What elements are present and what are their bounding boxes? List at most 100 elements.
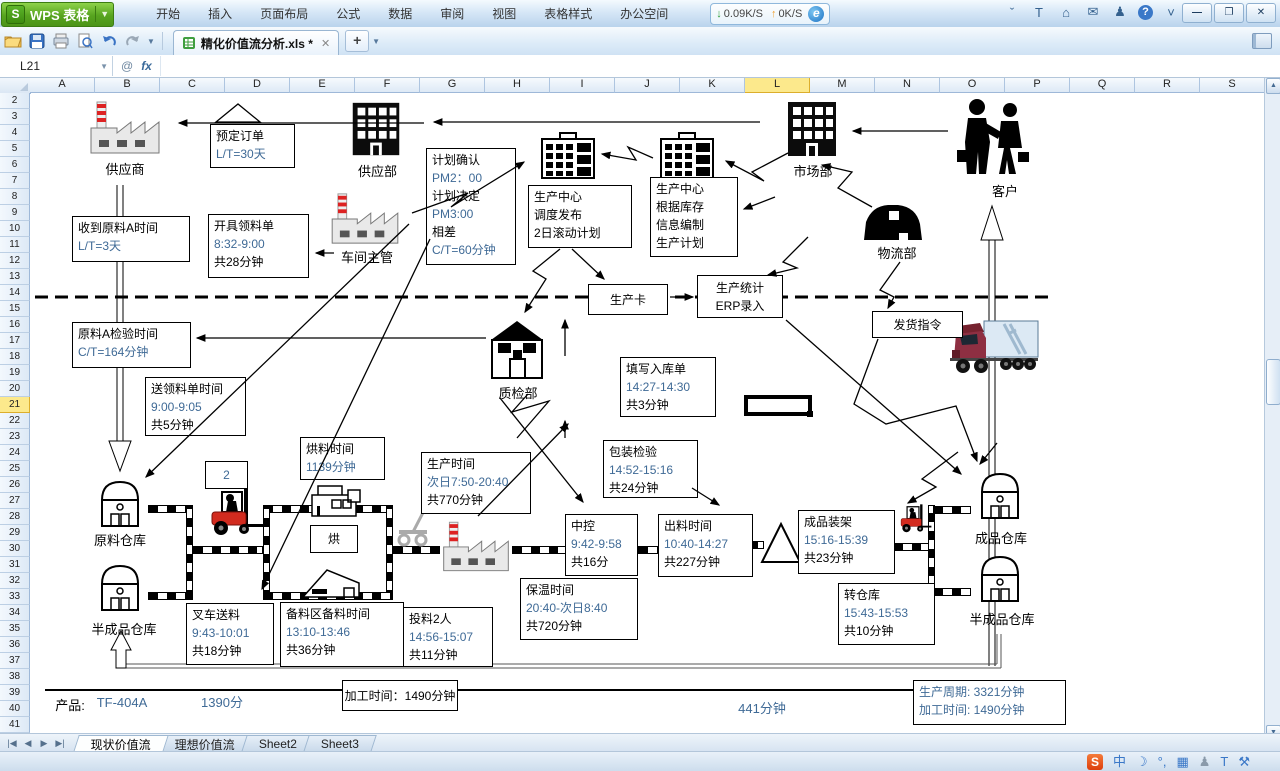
mail-icon[interactable]: ✉	[1084, 4, 1102, 20]
raw-warehouse-icon[interactable]	[98, 478, 142, 528]
column-header-B[interactable]: B	[95, 77, 160, 93]
row-header-26[interactable]: 26	[0, 477, 30, 493]
menu-item[interactable]: 开始	[142, 1, 194, 26]
skin-icon[interactable]: T	[1220, 753, 1228, 770]
chevron-down-icon[interactable]: ▼	[100, 9, 109, 19]
forklift-delivery-box[interactable]: 叉车送料9:43-10:01共18分钟	[186, 603, 274, 665]
print-preview-button[interactable]	[74, 30, 96, 52]
panel-toggle-icon[interactable]	[1252, 33, 1272, 49]
close-button[interactable]: ✕	[1246, 3, 1276, 23]
menu-item[interactable]: 公式	[322, 1, 374, 26]
row-header-41[interactable]: 41	[0, 717, 30, 733]
row-header-10[interactable]: 10	[0, 221, 30, 237]
row-header-22[interactable]: 22	[0, 413, 30, 429]
customer-people-icon[interactable]	[952, 96, 1032, 176]
moon-icon[interactable]: ☽	[1136, 753, 1148, 770]
column-header-C[interactable]: C	[160, 77, 225, 93]
column-header-N[interactable]: N	[875, 77, 940, 93]
column-header-J[interactable]: J	[615, 77, 680, 93]
row-header-33[interactable]: 33	[0, 589, 30, 605]
row-header-11[interactable]: 11	[0, 237, 30, 253]
column-header-Q[interactable]: Q	[1070, 77, 1135, 93]
dropdown-icon[interactable]: ˅	[1162, 5, 1180, 20]
user-icon[interactable]: ♟	[1111, 4, 1129, 20]
row-header-30[interactable]: 30	[0, 541, 30, 557]
row-header-35[interactable]: 35	[0, 621, 30, 637]
workshop-manager-factory-icon[interactable]	[325, 190, 405, 246]
row-header-9[interactable]: 9	[0, 205, 30, 221]
logistics-van-icon[interactable]	[862, 200, 924, 242]
row-header-31[interactable]: 31	[0, 557, 30, 573]
send-slip-box[interactable]: 送领料单时间9:00-9:05共5分钟	[145, 377, 246, 436]
column-header-O[interactable]: O	[940, 77, 1005, 93]
minimize-button[interactable]: —	[1182, 3, 1212, 23]
processing-time-box[interactable]: 加工时间：1490分钟	[342, 680, 458, 711]
redo-button[interactable]	[122, 30, 144, 52]
issue-slip-box[interactable]: 开具领料单8:32-9:00共28分钟	[208, 214, 309, 278]
row-header-37[interactable]: 37	[0, 653, 30, 669]
production-card-box[interactable]: 生产卡	[588, 284, 668, 315]
column-header-M[interactable]: M	[810, 77, 875, 93]
supply-dept-building-icon[interactable]	[345, 98, 407, 160]
menu-item[interactable]: 页面布局	[246, 1, 322, 26]
sheet-tab-Sheet3[interactable]: Sheet3	[303, 735, 377, 752]
chinese-mode-icon[interactable]: 中	[1113, 753, 1126, 770]
keyboard-icon[interactable]: ▦	[1176, 753, 1188, 770]
last-sheet-icon[interactable]: ▶|	[52, 738, 68, 749]
new-tab-dropdown-icon[interactable]: ▼	[372, 37, 380, 46]
row-header-27[interactable]: 27	[0, 493, 30, 509]
supplier-factory-icon[interactable]	[85, 98, 165, 156]
row-header-29[interactable]: 29	[0, 525, 30, 541]
row-header-39[interactable]: 39	[0, 685, 30, 701]
row-header-7[interactable]: 7	[0, 173, 30, 189]
punctuation-icon[interactable]: °,	[1158, 753, 1167, 770]
row-header-28[interactable]: 28	[0, 509, 30, 525]
sheet-tab-现状价值流[interactable]: 现状价值流	[73, 735, 169, 752]
new-tab-button[interactable]: +	[345, 30, 369, 52]
row-header-13[interactable]: 13	[0, 269, 30, 285]
home-icon[interactable]: ⌂	[1057, 5, 1075, 20]
transfer-warehouse-box[interactable]: 转仓库15:43-15:53共10分钟	[838, 583, 935, 645]
column-header-G[interactable]: G	[420, 77, 485, 93]
prep-area-box[interactable]: 备料区备料时间13:10-13:46共36分钟	[280, 602, 404, 667]
count-box[interactable]: 2	[205, 461, 248, 489]
close-tab-icon[interactable]: ✕	[321, 37, 330, 50]
save-button[interactable]	[26, 30, 48, 52]
row-header-24[interactable]: 24	[0, 445, 30, 461]
sheet-tab-理想价值流[interactable]: 理想价值流	[157, 735, 253, 752]
warehouse-entry-box[interactable]: 填写入库单14:27-14:30共3分钟	[620, 357, 716, 417]
prep-shed-icon[interactable]	[300, 566, 362, 600]
name-box[interactable]: L21 ▼	[0, 56, 113, 76]
row-header-34[interactable]: 34	[0, 605, 30, 621]
row-header-15[interactable]: 15	[0, 301, 30, 317]
forklift-icon[interactable]	[200, 486, 264, 536]
row-header-3[interactable]: 3	[0, 109, 30, 125]
row-header-25[interactable]: 25	[0, 461, 30, 477]
person-icon[interactable]: ♟	[1199, 753, 1211, 770]
row-header-12[interactable]: 12	[0, 253, 30, 269]
row-header-16[interactable]: 16	[0, 317, 30, 333]
insert-function-icon[interactable]: fx	[141, 59, 152, 73]
column-header-A[interactable]: A	[30, 77, 95, 93]
finished-warehouse-icon[interactable]	[978, 470, 1022, 520]
column-header-D[interactable]: D	[225, 77, 290, 93]
package-inspect-box[interactable]: 包装检验14:52-15:16共24分钟	[603, 440, 698, 498]
receive-material-box[interactable]: 收到原料A时间L/T=3天	[72, 216, 190, 262]
stats-box[interactable]: 生产统计ERP录入	[697, 275, 783, 318]
insulation-box[interactable]: 保温时间20:40-次日8:40共720分钟	[520, 578, 638, 640]
column-header-I[interactable]: I	[550, 77, 615, 93]
menu-item[interactable]: 插入	[194, 1, 246, 26]
inventory-triangle-icon[interactable]	[760, 520, 802, 566]
undo-button[interactable]	[98, 30, 120, 52]
column-header-R[interactable]: R	[1135, 77, 1200, 93]
menu-item[interactable]: 数据	[374, 1, 426, 26]
column-header-K[interactable]: K	[680, 77, 745, 93]
menu-item[interactable]: 办公空间	[606, 1, 682, 26]
production-factory-icon[interactable]	[438, 516, 514, 576]
production-time-box[interactable]: 生产时间次日7:50-20:40共770分钟	[421, 452, 531, 514]
select-all-corner[interactable]	[0, 77, 31, 94]
column-header-F[interactable]: F	[355, 77, 420, 93]
collapse-chevron-icon[interactable]: ˇ	[1003, 5, 1021, 20]
row-header-40[interactable]: 40	[0, 701, 30, 717]
feeding-box[interactable]: 投料2人14:56-15:07共11分钟	[403, 607, 493, 667]
